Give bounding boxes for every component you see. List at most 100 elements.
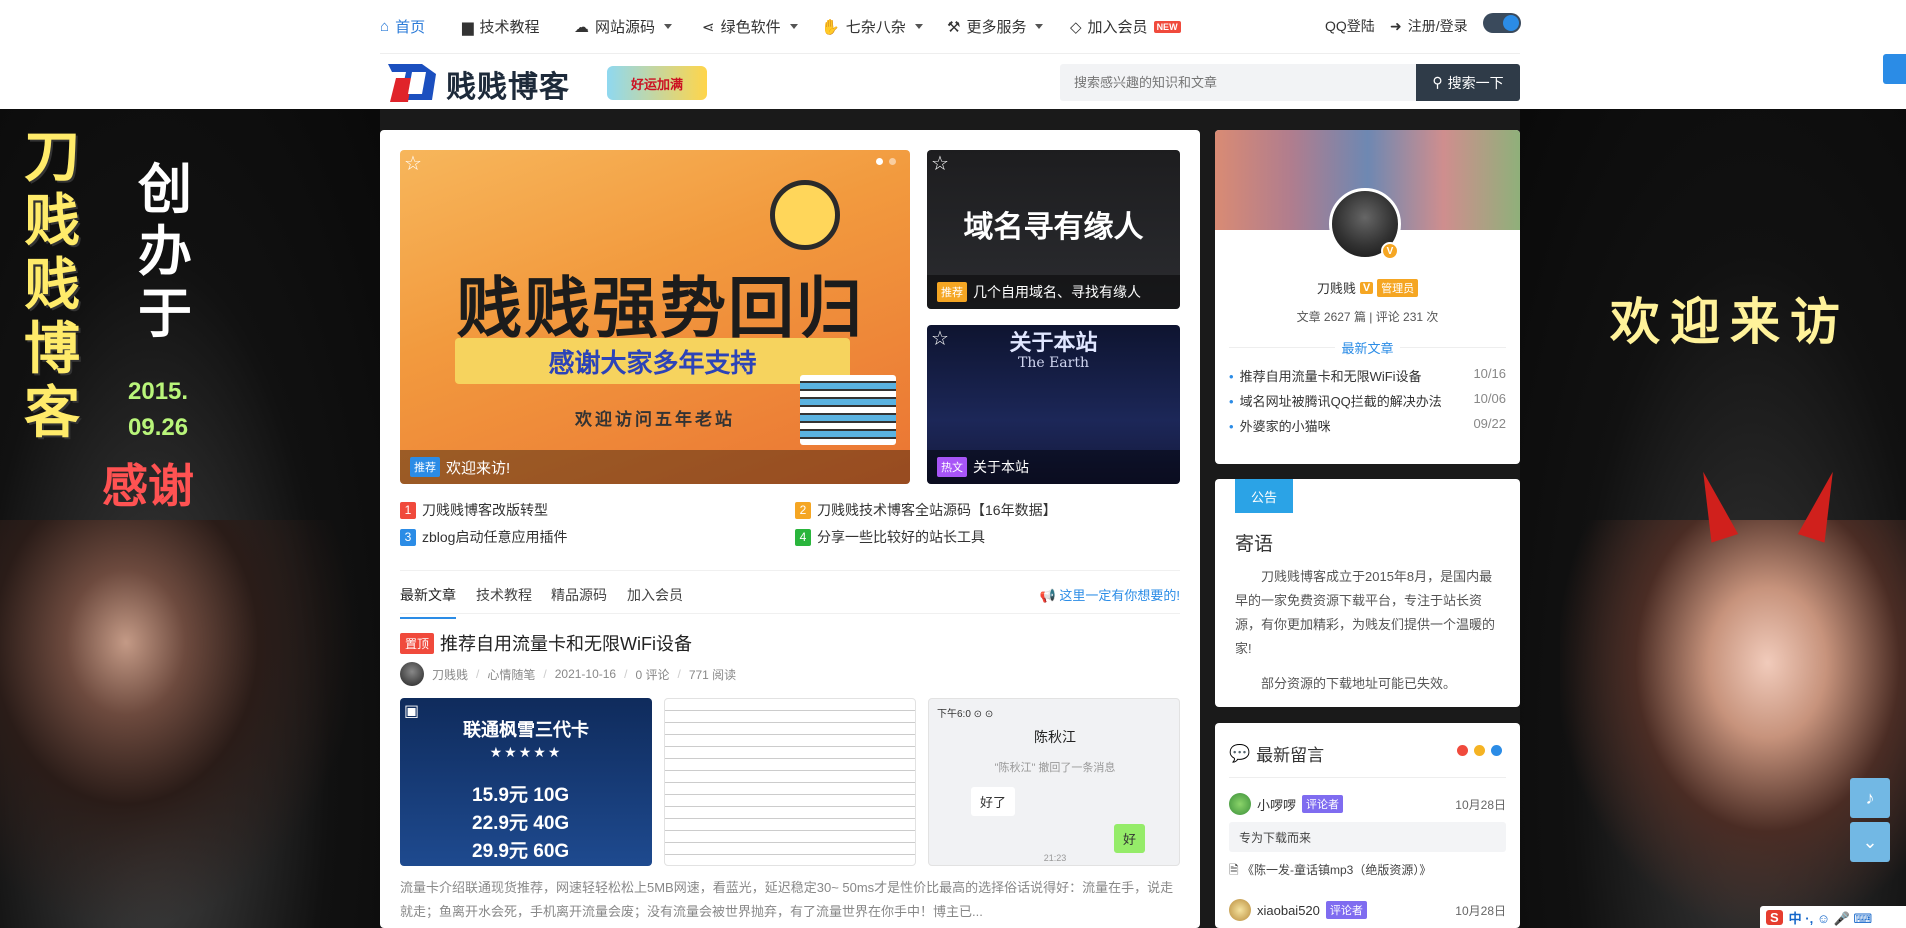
commenter-name[interactable]: 小啰啰 bbox=[1257, 795, 1296, 814]
thumbnail-price: 22.9元 40G bbox=[472, 813, 570, 834]
comments-icon: 💬 bbox=[1229, 743, 1251, 763]
feature-card-caption-bar: 热文 关于本站 bbox=[927, 450, 1180, 484]
register-login-link[interactable]: ➜ 注册/登录 bbox=[1390, 16, 1468, 36]
background-thanks: 感谢 bbox=[102, 459, 194, 513]
chevron-down-icon bbox=[664, 24, 673, 29]
post-category[interactable]: 心情随笔 bbox=[487, 666, 535, 683]
post-thumbnail-table[interactable] bbox=[664, 698, 916, 866]
hot-article-item[interactable]: 3 zblog启动任意应用插件 bbox=[400, 527, 567, 547]
nav-software[interactable]: ⋖ 绿色软件 bbox=[702, 16, 798, 37]
favorite-star-icon[interactable]: ☆ bbox=[931, 154, 951, 174]
post-title[interactable]: 置顶 推荐自用流量卡和无限WiFi设备 bbox=[400, 630, 692, 656]
feature-card-tag: 推荐 bbox=[937, 282, 967, 302]
nav-services[interactable]: ⚒ 更多服务 bbox=[947, 16, 1044, 37]
commenter-avatar[interactable] bbox=[1229, 899, 1251, 921]
site-logo-icon[interactable] bbox=[382, 60, 440, 106]
ime-logo-icon: S bbox=[1766, 909, 1783, 925]
nav-home[interactable]: ⌂ 首页 bbox=[380, 16, 425, 37]
nav-source-code[interactable]: ☁ 网站源码 bbox=[574, 16, 673, 37]
search-button[interactable]: ⚲ 搜索一下 bbox=[1416, 64, 1520, 101]
tab-membership[interactable]: 加入会员 bbox=[627, 585, 683, 605]
divider bbox=[1229, 777, 1506, 778]
feature-card-about[interactable]: ☆ 关于本站 The Earth 热文 关于本站 bbox=[927, 325, 1180, 484]
slider-dot[interactable] bbox=[889, 158, 896, 165]
main-content: 贱贱强势回归 感谢大家多年支持 欢迎访问五年老站 ☆ 推荐 欢迎来访! ☆ 域名… bbox=[380, 130, 1200, 928]
hot-article-item[interactable]: 2 刀贱贱技术博客全站源码【16年数据】 bbox=[795, 500, 1057, 520]
feature-card-image-text: 域名寻有缘人 bbox=[963, 211, 1144, 244]
logo-bar bbox=[0, 54, 1906, 109]
tab-tutorials[interactable]: 技术教程 bbox=[476, 585, 532, 605]
site-logo-text[interactable]: 贱贱博客 bbox=[446, 62, 570, 106]
dot-yellow bbox=[1474, 745, 1485, 756]
dot-red bbox=[1457, 745, 1468, 756]
nav-tutorials[interactable]: ▆ 技术教程 bbox=[462, 16, 540, 37]
tab-source-code[interactable]: 精品源码 bbox=[551, 585, 607, 605]
chat-status-bar: 下午6:0 ⊙ ⊙ bbox=[937, 709, 994, 720]
side-tool-icon[interactable] bbox=[1883, 54, 1906, 84]
feature-card-image-text: 关于本站 bbox=[1009, 330, 1098, 355]
article-tabs: 最新文章 技术教程 精品源码 加入会员 📢 这里一定有你想要的! bbox=[400, 570, 1180, 619]
home-icon: ⌂ bbox=[380, 18, 390, 35]
ime-toolbar[interactable]: S 中 ·, ☺ 🎤 ⌨ bbox=[1760, 906, 1906, 928]
chat-bubble-left: 好了 bbox=[971, 787, 1016, 816]
post-author[interactable]: 刀贱贱 bbox=[432, 666, 468, 683]
chat-icon: ♪ bbox=[1865, 787, 1875, 808]
post-thumbnail-sim-card[interactable]: ▣ 联通枫雪三代卡 ★★★★★ 15.9元 10G 22.9元 40G 29.9… bbox=[400, 698, 652, 866]
diamond-icon: ◇ bbox=[1070, 18, 1082, 36]
commenter-name[interactable]: xiaobai520 bbox=[1257, 903, 1320, 918]
nav-misc[interactable]: ✋ 七杂八杂 bbox=[821, 16, 923, 37]
background-title-founded: 创办于 bbox=[138, 157, 192, 345]
comments-heading: 💬 最新留言 bbox=[1229, 743, 1325, 766]
rank-badge: 1 bbox=[400, 501, 416, 519]
commenter-avatar[interactable] bbox=[1229, 793, 1251, 815]
chat-system-note: "陈秋江" 撤回了一条消息 bbox=[994, 762, 1116, 774]
chat-contact-name: 陈秋江 bbox=[1034, 729, 1076, 745]
featured-slider[interactable]: 贱贱强势回归 感谢大家多年支持 欢迎访问五年老站 ☆ 推荐 欢迎来访! bbox=[400, 150, 910, 484]
chat-float-button[interactable]: ♪ bbox=[1850, 778, 1890, 818]
scroll-down-button[interactable]: ⌄ bbox=[1850, 822, 1890, 862]
notice-text-secondary: 部分资源的下载地址可能已失效。 bbox=[1261, 676, 1457, 691]
share-icon: ⋖ bbox=[702, 18, 715, 36]
qq-login-link[interactable]: QQ登陆 bbox=[1325, 16, 1375, 36]
tab-latest[interactable]: 最新文章 bbox=[400, 585, 456, 619]
book-icon: ▆ bbox=[462, 18, 474, 36]
tabs-hint-link[interactable]: 📢 这里一定有你想要的! bbox=[1040, 585, 1180, 604]
sign-in-icon: ➜ bbox=[1390, 17, 1402, 34]
top-navigation-inner: ⌂ 首页 ▆ 技术教程 ☁ 网站源码 ⋖ 绿色软件 ✋ 七杂八杂 ⚒ 更多服务 ◇ 加入会员 N… bbox=[380, 0, 1521, 54]
verified-badge-icon: V bbox=[1381, 242, 1399, 260]
post-excerpt: 流量卡介绍联通现货推荐，网速轻轻松松上5MB网速，看蓝光，延迟稳定30~ 50m… bbox=[400, 880, 1174, 919]
comment-post-link[interactable]: 🗎 《陈一发-童话镇mp3（绝版资源）》 bbox=[1229, 861, 1431, 882]
ime-controls: 中 ·, ☺ 🎤 ⌨ bbox=[1788, 910, 1873, 926]
author-avatar[interactable] bbox=[400, 662, 424, 686]
profile-card: V 刀贱贱 V 管理员 文章 2627 篇 | 评论 231 次 最新文章 推荐… bbox=[1215, 130, 1520, 464]
theme-toggle[interactable] bbox=[1483, 13, 1521, 33]
profile-name[interactable]: 刀贱贱 bbox=[1317, 278, 1356, 297]
feature-card-domain[interactable]: ☆ 域名寻有缘人 推荐 几个自用域名、寻找有缘人 bbox=[927, 150, 1180, 309]
hot-article-item[interactable]: 4 分享一些比较好的站长工具 bbox=[795, 527, 985, 547]
list-item[interactable]: 推荐自用流量卡和无限WiFi设备 10/16 bbox=[1229, 366, 1506, 385]
chevron-down-icon bbox=[1035, 24, 1044, 29]
new-badge: NEW bbox=[1153, 20, 1181, 33]
clock-illustration bbox=[770, 180, 840, 250]
background-year: 2015. bbox=[128, 378, 189, 405]
slider-headline: 贱贱强势回归 bbox=[456, 269, 864, 347]
search-input[interactable] bbox=[1060, 64, 1416, 101]
hot-article-item[interactable]: 1 刀贱贱博客改版转型 bbox=[400, 500, 548, 520]
books-illustration bbox=[800, 375, 896, 445]
lucky-banner: 好运加满 bbox=[607, 66, 707, 100]
chevron-down-icon bbox=[914, 24, 923, 29]
comment-header: xiaobai520 评论者 10月28日 bbox=[1229, 899, 1506, 921]
slider-dot[interactable] bbox=[876, 158, 883, 165]
meta-separator: / bbox=[677, 667, 681, 681]
slider-caption-bar[interactable]: 推荐 欢迎来访! bbox=[400, 450, 910, 484]
thumbnail-price: 29.9元 60G bbox=[472, 841, 570, 862]
post-thumbnail-chat[interactable]: 下午6:0 ⊙ ⊙ 陈秋江 "陈秋江" 撤回了一条消息 好了 好 21:23 bbox=[928, 698, 1180, 866]
favorite-star-icon[interactable]: ☆ bbox=[404, 154, 424, 174]
nav-membership[interactable]: ◇ 加入会员 NEW bbox=[1070, 16, 1181, 37]
slider-caption: 欢迎来访! bbox=[446, 459, 511, 477]
comment-date: 10月28日 bbox=[1455, 797, 1506, 812]
post-views: 771 阅读 bbox=[688, 667, 737, 682]
list-item[interactable]: 外婆家的小猫咪 09/22 bbox=[1229, 416, 1506, 435]
pinned-tag: 置顶 bbox=[400, 632, 435, 654]
list-item[interactable]: 域名网址被腾讯QQ拦截的解决办法 10/06 bbox=[1229, 391, 1506, 410]
